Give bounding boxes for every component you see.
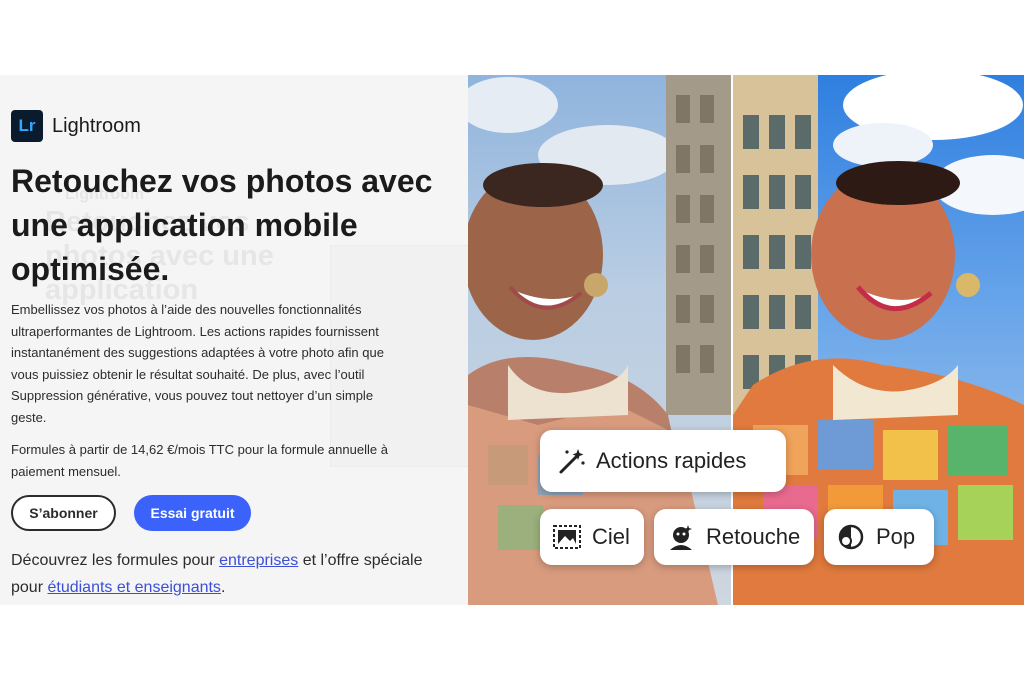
discover-prefix: Découvrez les formules pour	[11, 552, 220, 569]
pop-button[interactable]: Pop	[824, 509, 934, 565]
hero-banner: Lightroom Retouchez vos photos avec une …	[0, 75, 1024, 605]
discover-suffix: .	[220, 579, 226, 596]
sky-button[interactable]: Ciel	[540, 509, 644, 565]
magic-wand-icon	[556, 446, 586, 476]
before-after-photo: Actions rapides Ciel Retouche Pop	[468, 75, 1024, 605]
hero-description: Embellissez vos photos à l’aide des nouv…	[11, 302, 384, 425]
pop-icon	[836, 522, 866, 552]
lightroom-logo-icon: Lr	[11, 110, 43, 142]
retouch-label: Retouche	[706, 524, 801, 549]
hero-text-panel: Lightroom Retouchez vos photos avec une …	[0, 75, 468, 605]
brand-name: Lightroom	[52, 114, 141, 137]
quick-actions-label: Actions rapides	[596, 448, 747, 473]
retouch-face-icon	[666, 522, 696, 552]
pop-label: Pop	[876, 524, 916, 549]
sky-icon	[552, 522, 582, 552]
brand[interactable]: Lr Lightroom	[11, 110, 141, 142]
sky-label: Ciel	[592, 524, 630, 549]
page-title: Retouchez vos photos avec une applicatio…	[11, 163, 433, 287]
quick-actions-button[interactable]: Actions rapides	[540, 430, 786, 492]
subscribe-button[interactable]: S’abonner	[11, 495, 116, 531]
business-link[interactable]: entreprises	[219, 552, 298, 569]
retouch-button[interactable]: Retouche	[654, 509, 814, 565]
students-link[interactable]: étudiants et enseignants	[47, 579, 220, 596]
pricing-text: Formules à partir de 14,62 €/mois TTC po…	[11, 442, 388, 479]
discover-text: Découvrez les formules pour entreprises …	[11, 547, 431, 601]
free-trial-button[interactable]: Essai gratuit	[134, 495, 251, 531]
